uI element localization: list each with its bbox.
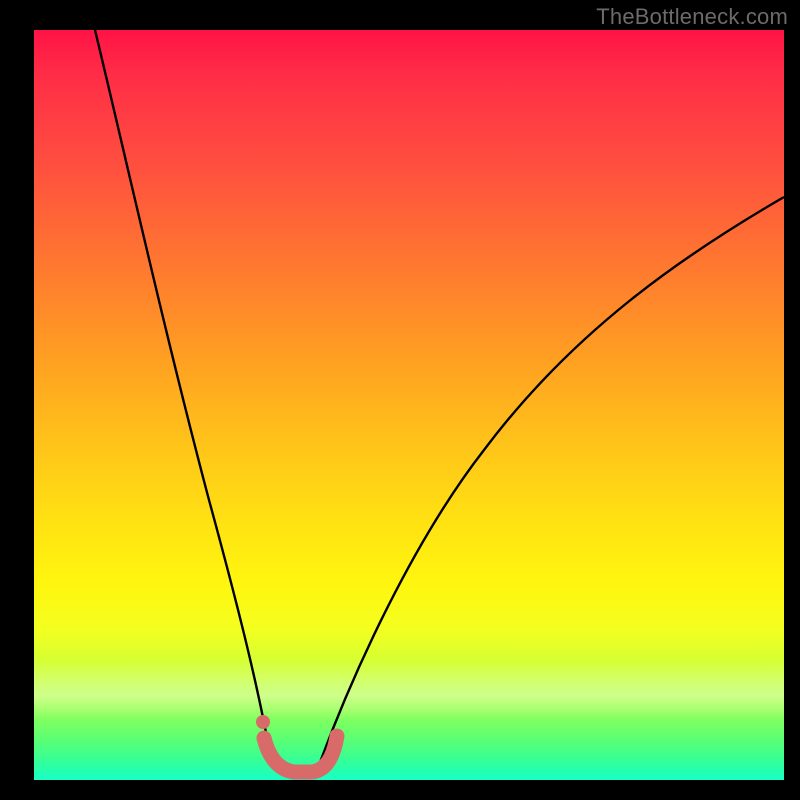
left-branch-curve	[95, 30, 272, 765]
marker-dot	[256, 715, 270, 729]
watermark-text: TheBottleneck.com	[596, 4, 788, 30]
bottom-marker-band	[264, 736, 337, 772]
plot-area	[34, 30, 784, 780]
curve-layer	[34, 30, 784, 780]
outer-frame: TheBottleneck.com	[0, 0, 800, 800]
right-branch-curve	[319, 197, 784, 765]
